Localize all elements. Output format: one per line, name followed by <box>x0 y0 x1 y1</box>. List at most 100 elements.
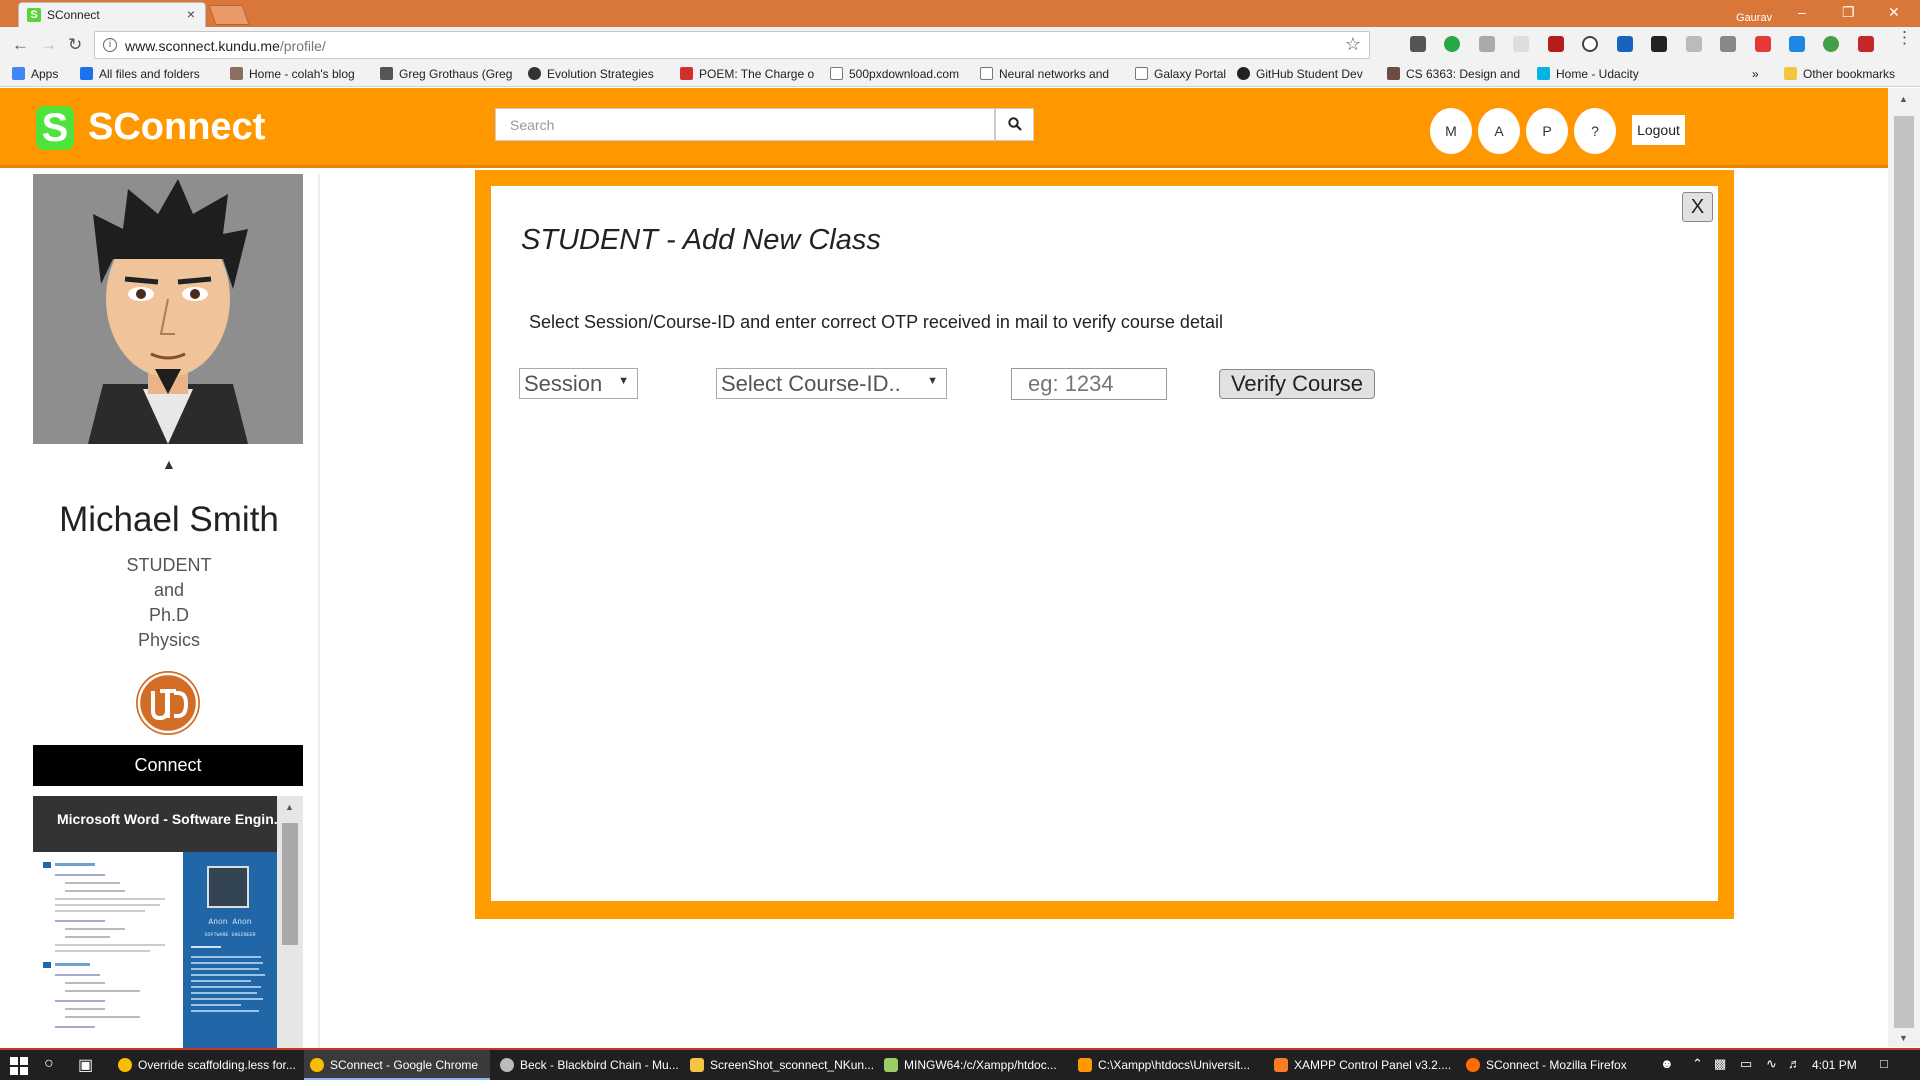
ublock-extension-icon[interactable] <box>1547 36 1564 52</box>
grammarly-extension-icon[interactable] <box>1823 36 1840 52</box>
help-button[interactable]: ? <box>1574 108 1616 154</box>
verify-course-button[interactable]: Verify Course <box>1219 369 1375 399</box>
session-select[interactable]: Session ▼ <box>519 368 638 399</box>
folder-icon <box>1784 67 1797 80</box>
task-sconnect-firefox[interactable]: SConnect - Mozilla Firefox <box>1460 1050 1646 1080</box>
sconnect-logo-icon[interactable]: S <box>36 106 74 150</box>
bookmark-greg[interactable]: Greg Grothaus (Greg <box>380 67 512 81</box>
bookmark-github[interactable]: GitHub Student Dev <box>1237 67 1363 81</box>
wifi-icon[interactable]: ∿ <box>1766 1056 1777 1072</box>
task-mingw64[interactable]: MINGW64:/c/Xampp/htdoc... <box>878 1050 1068 1080</box>
back-icon[interactable]: ← <box>12 35 29 55</box>
bookmark-cs6363[interactable]: CS 6363: Design and <box>1387 67 1520 81</box>
search-button[interactable] <box>995 108 1034 141</box>
search-input[interactable] <box>495 108 995 141</box>
chevron-down-icon: ▼ <box>927 375 938 387</box>
alerts-button[interactable]: A <box>1478 108 1520 154</box>
bookmark-500px[interactable]: 500pxdownload.com <box>830 67 959 81</box>
bookmark-poem[interactable]: POEM: The Charge o <box>680 67 814 81</box>
windows-start-icon[interactable] <box>10 1057 28 1075</box>
bookmark-neural[interactable]: Neural networks and <box>980 67 1109 81</box>
bookmark-box[interactable]: All files and folders <box>80 67 200 81</box>
bookmark-star-icon[interactable]: ☆ <box>1345 34 1361 55</box>
bookmark-evolution[interactable]: Evolution Strategies <box>528 67 654 81</box>
profile-button[interactable]: P <box>1526 108 1568 154</box>
page-icon <box>1135 67 1148 80</box>
profile-sidebar: ▲ Michael Smith STUDENT and Ph.D Physics… <box>18 174 320 1049</box>
resume-scrollbar[interactable]: ▲ <box>277 796 303 1049</box>
task-xampp[interactable]: XAMPP Control Panel v3.2.... <box>1268 1050 1458 1080</box>
task-override-scaffolding[interactable]: Override scaffolding.less for... <box>112 1050 302 1080</box>
restore-icon[interactable]: ❐ <box>1842 4 1855 21</box>
firefox-icon <box>1466 1058 1480 1072</box>
light-extension-icon[interactable] <box>1513 36 1530 52</box>
bookmarks-bar: Apps All files and folders Home - colah'… <box>0 63 1920 87</box>
red-extension-icon[interactable] <box>1754 36 1771 52</box>
browser-tab-sconnect[interactable]: S SConnect × <box>18 2 206 27</box>
bookmark-apps[interactable]: Apps <box>12 67 58 81</box>
messages-button[interactable]: M <box>1430 108 1472 154</box>
page-scrollbar[interactable]: ▲ ▼ <box>1888 88 1920 1047</box>
resume-scroll-thumb[interactable] <box>282 823 298 945</box>
utd-icon <box>1387 67 1400 80</box>
people-icon[interactable]: ☻ <box>1660 1056 1674 1071</box>
app-header: S SConnect M A P ? Logout <box>0 88 1888 168</box>
new-tab-button[interactable] <box>208 5 250 25</box>
pocket-extension-icon[interactable] <box>1410 36 1426 52</box>
cortana-icon[interactable]: ○ <box>44 1055 54 1073</box>
block-extension-icon[interactable] <box>1582 36 1599 52</box>
reload-icon[interactable]: ↻ <box>68 35 82 55</box>
git-bash-icon <box>884 1058 898 1072</box>
bookmarks-overflow-icon[interactable]: » <box>1752 67 1759 81</box>
logout-button[interactable]: Logout <box>1632 115 1685 145</box>
green-extension-icon[interactable] <box>1444 36 1461 52</box>
quill-icon <box>680 67 693 80</box>
cloud-extension-icon[interactable] <box>1685 36 1702 52</box>
gmail-extension-icon[interactable] <box>1857 36 1874 52</box>
volume-icon[interactable]: ♬ <box>1788 1056 1801 1071</box>
upload-photo-icon[interactable]: ▲ <box>162 456 176 472</box>
other-bookmarks[interactable]: Other bookmarks <box>1784 67 1895 81</box>
scroll-down-icon[interactable]: ▼ <box>1899 1033 1908 1043</box>
blue-extension-icon[interactable] <box>1616 36 1633 52</box>
page-scroll-thumb[interactable] <box>1894 116 1914 1028</box>
dark-extension-icon[interactable] <box>1651 36 1668 52</box>
window-close-icon[interactable]: ✕ <box>1888 4 1900 21</box>
chrome-icon <box>310 1058 324 1072</box>
udacity-icon <box>1537 67 1550 80</box>
hat-extension-icon[interactable] <box>1720 36 1737 52</box>
task-beck-blackbird[interactable]: Beck - Blackbird Chain - Mu... <box>494 1050 680 1080</box>
notifications-icon[interactable]: □ <box>1880 1056 1888 1071</box>
battery-icon[interactable]: ▭ <box>1740 1056 1752 1072</box>
tray-app-icon[interactable]: ▩ <box>1714 1056 1726 1072</box>
tab-close-icon[interactable]: × <box>187 6 195 22</box>
bookmark-galaxy[interactable]: Galaxy Portal <box>1135 67 1226 81</box>
task-screenshot-folder[interactable]: ScreenShot_sconnect_NKun... <box>684 1050 874 1080</box>
sync-extension-icon[interactable] <box>1788 36 1805 52</box>
bookmark-colah[interactable]: Home - colah's blog <box>230 67 355 81</box>
taskbar-clock[interactable]: 4:01 PM <box>1812 1058 1857 1072</box>
task-sconnect-chrome[interactable]: SConnect - Google Chrome <box>304 1050 490 1080</box>
utd-logo-icon <box>136 671 200 735</box>
bookmark-udacity[interactable]: Home - Udacity <box>1537 67 1639 81</box>
course-id-select-value: Select Course-ID.. <box>721 371 901 396</box>
resume-preview[interactable]: Microsoft Word - Software Engin... Anon … <box>33 796 303 1049</box>
task-view-icon[interactable]: ▣ <box>78 1055 93 1075</box>
task-sublime[interactable]: C:\Xampp\htdocs\Universit... <box>1072 1050 1264 1080</box>
otp-input[interactable] <box>1011 368 1167 400</box>
profile-department: Physics <box>137 630 200 650</box>
browser-profile-user[interactable]: Gaurav <box>1736 12 1772 24</box>
address-bar[interactable]: i www.sconnect.kundu.me/profile/ ☆ <box>94 31 1370 59</box>
forward-icon[interactable]: → <box>40 35 57 55</box>
course-id-select[interactable]: Select Course-ID.. ▼ <box>716 368 947 399</box>
modal-close-button[interactable]: X <box>1682 192 1713 222</box>
scroll-up-icon[interactable]: ▲ <box>1899 94 1908 104</box>
site-info-icon[interactable]: i <box>103 38 117 52</box>
sconnect-logo-text[interactable]: SConnect <box>88 106 265 149</box>
connect-button[interactable]: Connect <box>33 745 303 786</box>
minimize-icon[interactable]: – <box>1798 4 1806 20</box>
tray-expand-icon[interactable]: ⌃ <box>1692 1056 1703 1072</box>
gray-extension-icon[interactable] <box>1478 36 1495 52</box>
browser-menu-icon[interactable]: ⋮ <box>1896 29 1913 46</box>
scroll-up-icon[interactable]: ▲ <box>285 802 294 812</box>
